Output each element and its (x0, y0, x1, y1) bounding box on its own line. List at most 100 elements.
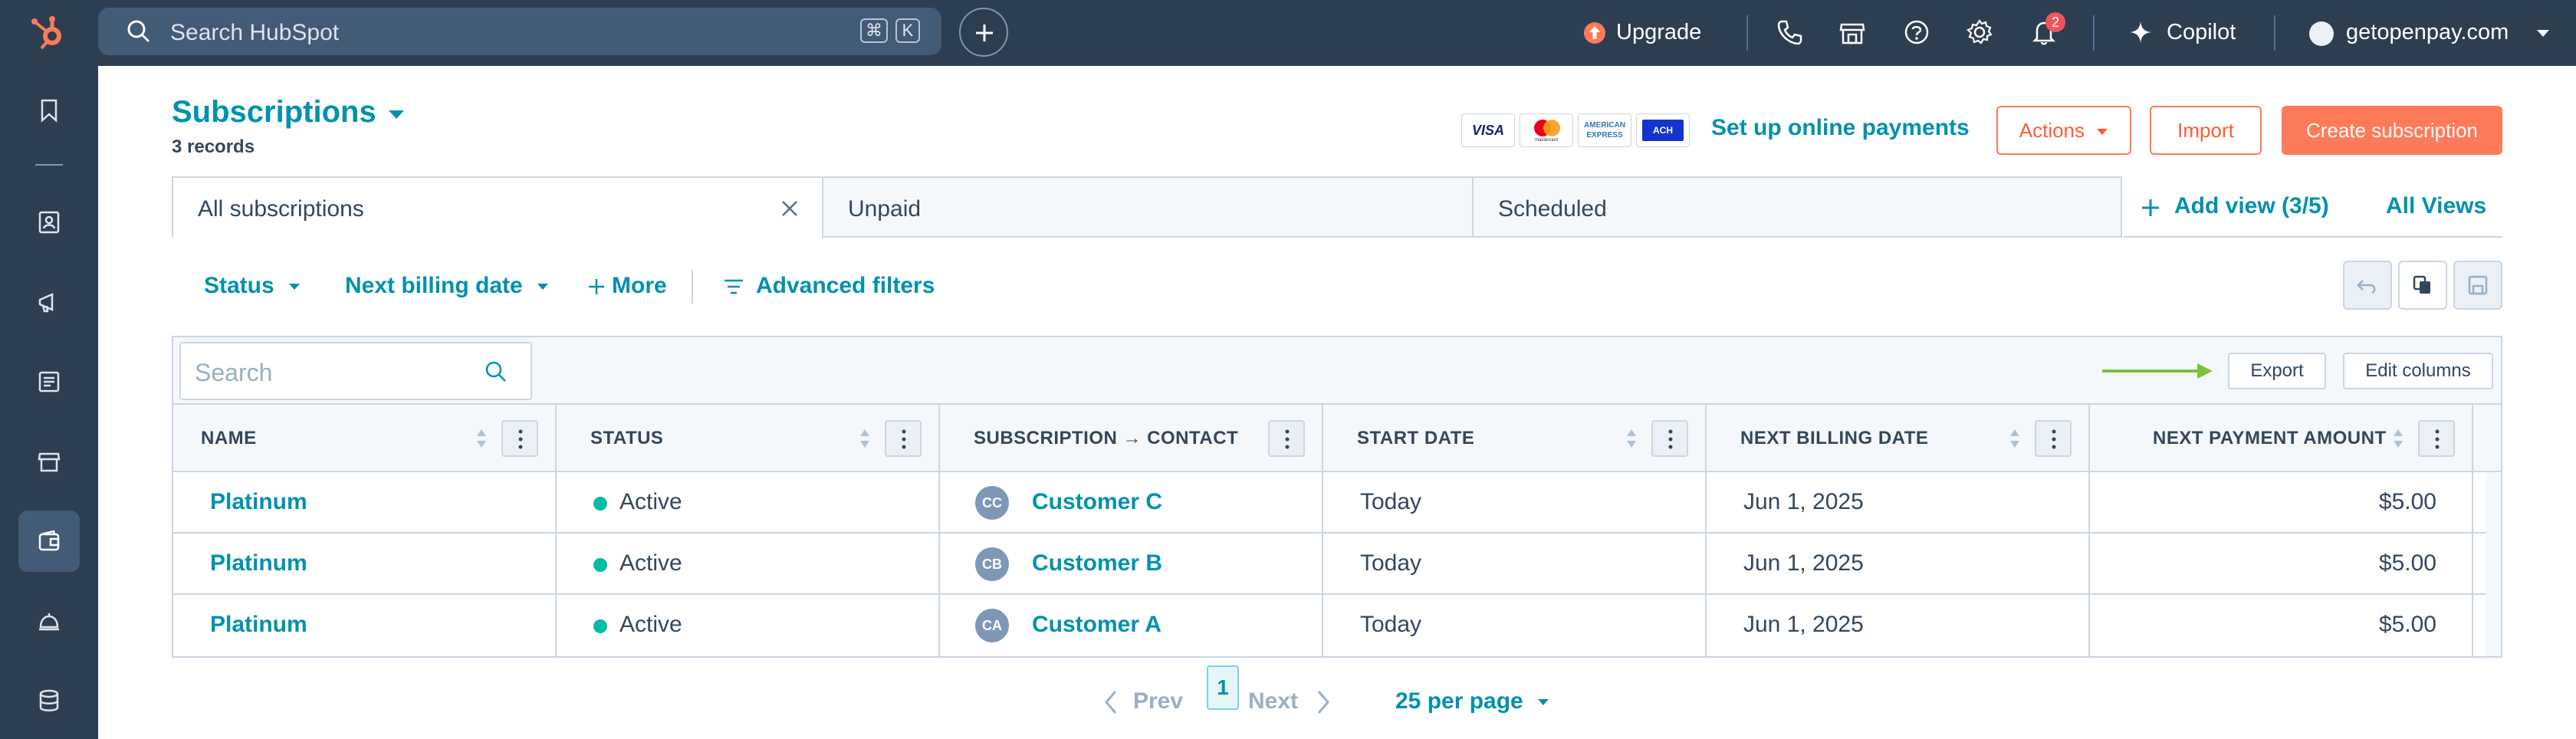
amex-card-icon: AMERICAN EXPRESS (1578, 113, 1631, 147)
service-bell-icon (39, 613, 59, 631)
column-header-next-payment-amount[interactable]: NEXT PAYMENT AMOUNT (2090, 405, 2473, 472)
filter-divider (692, 270, 693, 304)
next-billing-date-value: Jun 1, 2025 (1743, 550, 1864, 576)
sidebar-item-bookmarks[interactable] (18, 80, 80, 141)
add-view-button[interactable]: Add view (3/5) (2141, 192, 2340, 222)
next-payment-amount-value: $5.00 (2378, 489, 2436, 514)
column-menu-button[interactable] (2035, 420, 2072, 457)
tab-label: Unpaid (848, 196, 922, 222)
sort-icon[interactable] (2009, 428, 2021, 449)
more-filters-button[interactable]: More (587, 273, 667, 299)
settings-gear-icon[interactable] (1966, 18, 1993, 46)
sidebar-item-commerce[interactable] (18, 431, 80, 492)
export-button[interactable]: Export (2228, 353, 2326, 389)
column-header-status[interactable]: STATUS (557, 405, 940, 472)
sort-icon[interactable] (2392, 428, 2404, 449)
advanced-filters-button[interactable]: Advanced filters (724, 273, 935, 299)
contact-link[interactable]: Customer C (1032, 489, 1162, 515)
column-menu-button[interactable] (1268, 420, 1305, 457)
edit-columns-button[interactable]: Edit columns (2343, 353, 2493, 389)
notification-count-badge: 2 (2045, 12, 2065, 32)
close-icon[interactable] (780, 199, 799, 218)
create-new-button[interactable] (959, 8, 1008, 57)
sort-icon[interactable] (1625, 428, 1638, 449)
current-page-indicator[interactable]: 1 (1207, 665, 1239, 710)
actions-label: Actions (2019, 119, 2085, 142)
billing-filter-label: Next billing date (345, 273, 523, 298)
database-icon (39, 689, 59, 711)
filter-lines-icon (724, 279, 743, 294)
sparkle-icon (2130, 21, 2151, 43)
upgrade-button[interactable]: Upgrade (1582, 18, 1720, 49)
visa-card-icon: VISA (1461, 113, 1515, 147)
clone-view-button[interactable] (2398, 261, 2447, 310)
help-icon[interactable] (1903, 18, 1930, 46)
content-icon (38, 371, 60, 392)
contact-link[interactable]: Customer A (1032, 612, 1162, 638)
sort-icon[interactable] (475, 428, 488, 449)
reset-view-button[interactable] (2343, 261, 2392, 310)
column-menu-button[interactable] (885, 420, 922, 457)
marketplace-icon[interactable] (1838, 18, 1866, 46)
plus-icon (589, 279, 604, 295)
import-button[interactable]: Import (2150, 106, 2262, 155)
column-menu-button[interactable] (1651, 420, 1688, 457)
prev-page-button[interactable]: Prev (1104, 688, 1183, 714)
next-billing-date-value: Jun 1, 2025 (1743, 489, 1864, 514)
sidebar-item-data[interactable] (18, 670, 80, 731)
account-menu[interactable]: getopenpay.com (2309, 17, 2555, 49)
chevron-left-icon (1105, 691, 1117, 714)
column-menu-button[interactable] (501, 420, 538, 457)
column-header-start-date[interactable]: START DATE (1323, 405, 1707, 472)
subscription-name-link[interactable]: Platinum (210, 612, 307, 638)
sidebar-item-payments[interactable] (18, 511, 80, 572)
all-views-link[interactable]: All Views (2386, 193, 2486, 219)
sort-icon[interactable] (859, 428, 871, 449)
sidebar-item-marketing[interactable] (18, 271, 80, 333)
column-header-name[interactable]: NAME (173, 405, 557, 472)
save-view-button[interactable] (2453, 261, 2502, 310)
tab-all-subscriptions[interactable]: All subscriptions (172, 176, 823, 238)
hubspot-logo[interactable] (29, 12, 69, 52)
object-title-dropdown[interactable]: Subscriptions (172, 95, 376, 133)
subscription-name-link[interactable]: Platinum (210, 489, 307, 515)
sidebar-divider (35, 164, 63, 166)
table-search-input[interactable]: Search (179, 342, 532, 400)
column-menu-button[interactable] (2418, 420, 2455, 457)
active-status-dot (593, 497, 607, 511)
tab-unpaid[interactable]: Unpaid (822, 176, 1474, 238)
horizontal-scroll-edge[interactable] (2486, 472, 2501, 656)
global-search-input[interactable]: Search HubSpot ⌘ K (98, 8, 941, 55)
sidebar-item-service[interactable] (18, 590, 80, 652)
contact-link[interactable]: Customer B (1032, 550, 1162, 576)
subscription-name-link[interactable]: Platinum (210, 550, 307, 576)
tab-baseline (2124, 236, 2502, 238)
setup-online-payments-link[interactable]: Set up online payments (1711, 115, 1970, 141)
copilot-button[interactable]: Copilot (2128, 17, 2274, 49)
kebab-menu-icon (2052, 429, 2056, 449)
start-date-value: Today (1360, 489, 1422, 514)
sidebar-item-content[interactable] (18, 351, 80, 412)
copy-icon (2413, 275, 2430, 294)
kebab-menu-icon (1285, 429, 1290, 449)
tab-scheduled[interactable]: Scheduled (1472, 176, 2122, 238)
next-payment-amount-value: $5.00 (2378, 612, 2436, 637)
next-billing-date-filter-dropdown[interactable]: Next billing date (345, 273, 549, 299)
wallet-icon (38, 530, 60, 551)
column-header-next-billing-date[interactable]: NEXT BILLING DATE (1707, 405, 2090, 472)
page-title: Subscriptions (172, 95, 376, 129)
account-name: getopenpay.com (2346, 20, 2509, 44)
title-caret-down-icon[interactable] (388, 110, 405, 120)
create-subscription-button[interactable]: Create subscription (2282, 106, 2502, 155)
plus-icon (976, 25, 993, 41)
notifications-button[interactable]: 2 (2030, 12, 2068, 51)
sidebar-item-contacts[interactable] (18, 192, 80, 253)
add-view-label: Add view (3/5) (2174, 193, 2329, 218)
actions-dropdown-button[interactable]: Actions (1996, 106, 2131, 155)
status-filter-dropdown[interactable]: Status (204, 273, 301, 299)
phone-icon[interactable] (1776, 18, 1803, 46)
per-page-dropdown[interactable]: 25 per page (1395, 688, 1549, 714)
column-header-subscription-contact[interactable]: SUBSCRIPTION → CONTACT (940, 405, 1323, 472)
next-page-button[interactable]: Next (1248, 688, 1330, 714)
megaphone-icon (38, 293, 54, 313)
